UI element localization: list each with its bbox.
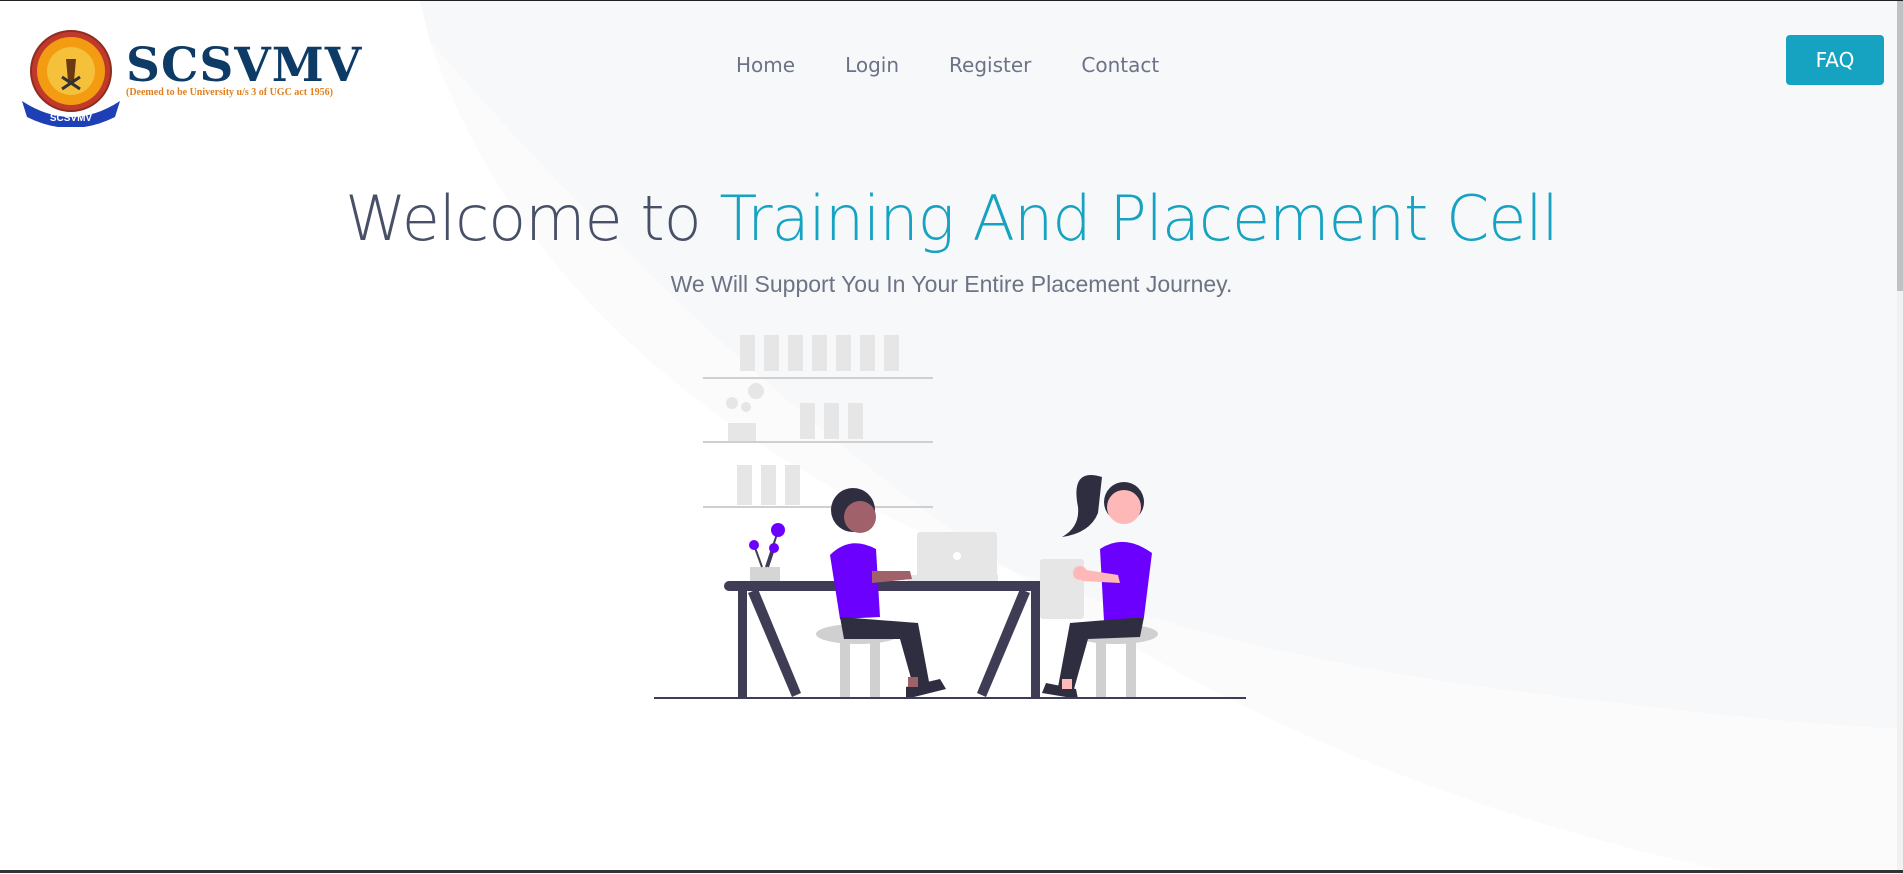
floor-line: [654, 697, 1246, 699]
nav-home[interactable]: Home: [736, 53, 795, 77]
people-at-desk-illustration-icon: [654, 335, 1246, 699]
faq-button[interactable]: FAQ: [1786, 35, 1884, 85]
logo[interactable]: SCSVMV SCSVMV (Deemed to be University u…: [20, 29, 362, 127]
title-highlight: Training And Placement Cell: [719, 182, 1559, 255]
site-header: SCSVMV SCSVMV (Deemed to be University u…: [0, 1, 1903, 141]
title-prefix: Welcome to: [345, 182, 720, 255]
laptop: [908, 532, 998, 581]
bookshelf: [703, 335, 933, 508]
university-seal-icon: SCSVMV: [22, 30, 120, 127]
brand-subtitle: (Deemed to be University u/s 3 of UGC ac…: [126, 87, 333, 98]
page-subtitle: We Will Support You In Your Entire Place…: [670, 271, 1233, 297]
main-nav: Home Login Register Contact: [736, 53, 1209, 77]
nav-login[interactable]: Login: [845, 53, 899, 77]
page-title: Welcome to Training And Placement Cell: [0, 179, 1903, 259]
seal-label: SCSVMV: [50, 113, 93, 124]
plant: [749, 523, 785, 583]
nav-contact[interactable]: Contact: [1081, 53, 1159, 77]
nav-register[interactable]: Register: [949, 53, 1031, 77]
brand-name: SCSVMV: [126, 38, 363, 93]
scrollbar-thumb[interactable]: [1897, 1, 1903, 291]
